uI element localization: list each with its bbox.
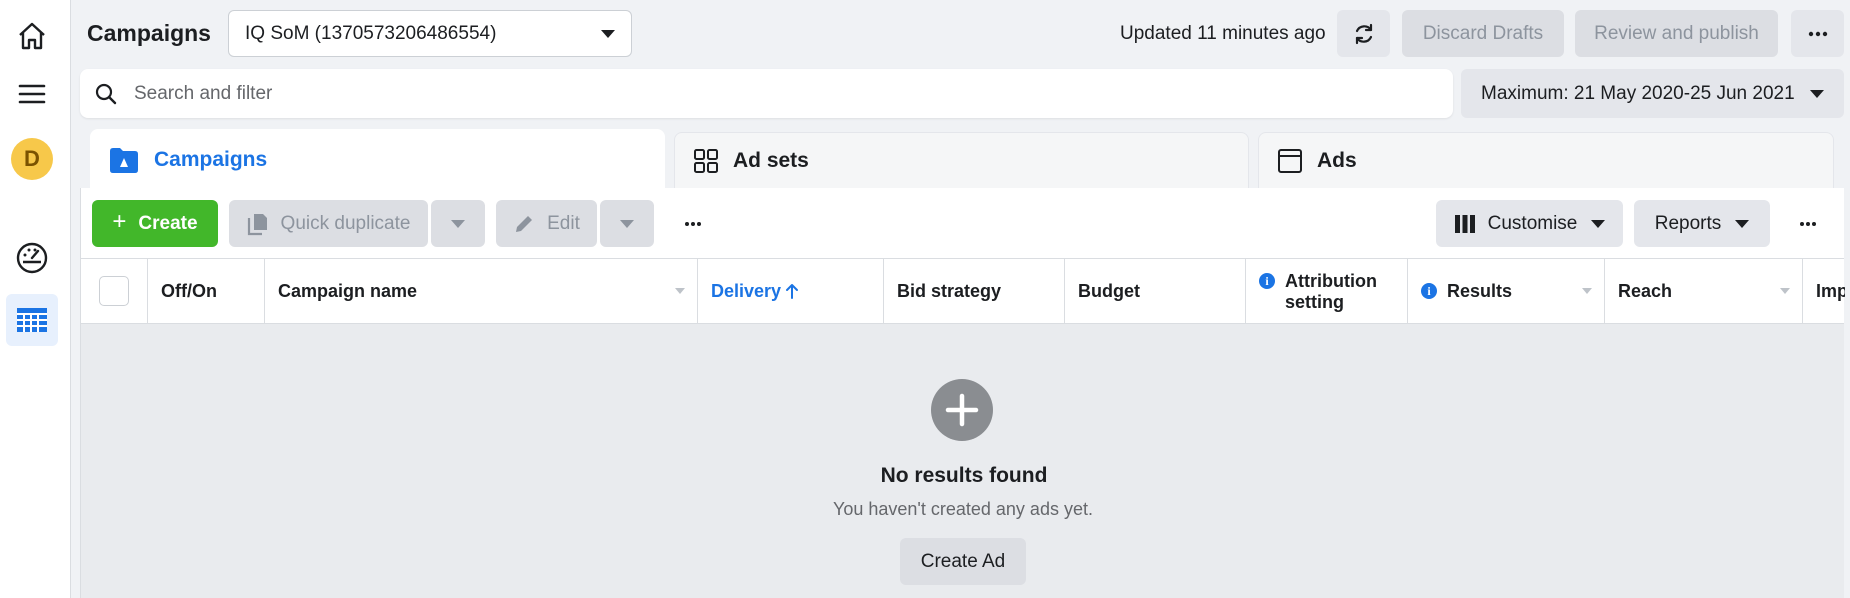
table-header: Off/On Campaign name Delivery Bid strate… xyxy=(81,258,1845,324)
home-button[interactable] xyxy=(6,10,58,62)
column-header-delivery[interactable]: Delivery xyxy=(698,259,884,323)
tab-label: Campaigns xyxy=(154,148,268,171)
column-header-budget[interactable]: Budget xyxy=(1065,259,1246,323)
refresh-button[interactable] xyxy=(1337,10,1390,57)
edit-dropdown-button[interactable] xyxy=(600,200,654,247)
quick-duplicate-label: Quick duplicate xyxy=(280,212,411,234)
tab-label: Ads xyxy=(1317,148,1357,172)
arrow-up-icon xyxy=(786,284,799,299)
plus-icon: + xyxy=(112,208,127,235)
toolbar-overflow-button[interactable] xyxy=(1781,200,1835,247)
create-label: Create xyxy=(138,212,198,234)
toolbar-more-button[interactable] xyxy=(666,200,720,247)
tab-ad-sets[interactable]: Ad sets xyxy=(674,132,1249,188)
tab-label: Ad sets xyxy=(733,148,809,172)
ad-account-value: IQ SoM (1370573206486554) xyxy=(245,22,497,44)
refresh-icon xyxy=(1355,23,1372,44)
column-header-reach[interactable]: Reach xyxy=(1605,259,1803,323)
reports-label: Reports xyxy=(1654,212,1722,234)
chevron-down-icon xyxy=(1810,89,1824,98)
home-icon xyxy=(19,22,45,50)
avatar: D xyxy=(11,138,53,180)
customise-columns-button[interactable]: Customise xyxy=(1436,200,1623,247)
duplicate-dropdown-button[interactable] xyxy=(431,200,485,247)
column-label: Attribution setting xyxy=(1285,271,1377,312)
column-header-impressions[interactable]: Imp xyxy=(1803,259,1845,323)
columns-icon xyxy=(1454,214,1475,233)
account-avatar-button[interactable]: D xyxy=(6,133,58,185)
column-label: Campaign name xyxy=(278,280,418,301)
pencil-icon xyxy=(516,215,533,232)
reports-button[interactable]: Reports xyxy=(1634,200,1770,247)
ads-manager-button[interactable] xyxy=(6,294,58,346)
empty-state: No results found You haven't created any… xyxy=(81,324,1844,598)
sort-caret-icon xyxy=(1780,288,1790,294)
last-updated-text: Updated 11 minutes ago xyxy=(1120,23,1326,44)
info-icon[interactable]: i xyxy=(1421,283,1437,299)
select-all-cell xyxy=(81,259,148,323)
create-button[interactable]: + Create xyxy=(92,200,218,247)
add-circle-icon xyxy=(931,379,993,441)
customise-label: Customise xyxy=(1487,212,1578,234)
more-horizontal-icon xyxy=(1808,31,1827,36)
search-input[interactable] xyxy=(134,82,1334,105)
more-horizontal-icon xyxy=(685,221,701,226)
chevron-down-icon xyxy=(601,29,615,38)
search-bar[interactable] xyxy=(80,69,1453,118)
chevron-down-icon xyxy=(451,219,465,228)
info-icon[interactable]: i xyxy=(1259,273,1275,289)
edit-button[interactable]: Edit xyxy=(496,200,597,247)
chevron-down-icon xyxy=(620,219,634,228)
duplicate-icon xyxy=(247,213,267,235)
campaigns-panel: + Create Quick duplicate Edit Customise … xyxy=(80,188,1845,598)
column-label: Delivery xyxy=(711,280,782,301)
edit-label: Edit xyxy=(547,212,580,234)
search-icon xyxy=(95,83,117,104)
page-title: Campaigns xyxy=(87,20,211,46)
menu-icon xyxy=(18,84,46,104)
toolbar: + Create Quick duplicate Edit Customise … xyxy=(81,188,1844,258)
column-header-bid-strategy[interactable]: Bid strategy xyxy=(884,259,1065,323)
column-header-campaign-name[interactable]: Campaign name xyxy=(265,259,698,323)
more-options-button[interactable] xyxy=(1791,10,1844,57)
empty-state-title: No results found xyxy=(880,464,1048,487)
ad-window-icon xyxy=(1277,148,1303,174)
campaign-folder-icon xyxy=(108,146,140,174)
column-header-off-on[interactable]: Off/On xyxy=(148,259,265,323)
select-all-checkbox[interactable] xyxy=(99,276,129,306)
ad-sets-grid-icon xyxy=(693,148,719,174)
column-label: Reach xyxy=(1618,280,1673,301)
date-range-value: Maximum: 21 May 2020-25 Jun 2021 xyxy=(1481,82,1795,104)
dashboard-gauge-icon xyxy=(16,242,48,274)
create-ad-button[interactable]: Create Ad xyxy=(900,538,1026,585)
sort-caret-icon xyxy=(675,288,685,294)
left-rail: D xyxy=(0,0,71,598)
column-header-results[interactable]: i Results xyxy=(1408,259,1605,323)
column-label: Results xyxy=(1447,280,1513,301)
discard-drafts-button[interactable]: Discard Drafts xyxy=(1402,10,1564,57)
more-horizontal-icon xyxy=(1800,221,1816,226)
empty-state-subtitle: You haven't created any ads yet. xyxy=(833,499,1093,519)
chevron-down-icon xyxy=(1735,219,1750,228)
sort-caret-icon xyxy=(1582,288,1592,294)
tab-campaigns[interactable]: Campaigns xyxy=(90,129,665,191)
tab-ads[interactable]: Ads xyxy=(1258,132,1834,188)
date-range-picker[interactable]: Maximum: 21 May 2020-25 Jun 2021 xyxy=(1461,69,1844,118)
ads-reporting-button[interactable] xyxy=(6,232,58,284)
ad-account-select[interactable]: IQ SoM (1370573206486554) xyxy=(228,10,632,57)
column-header-attribution-setting[interactable]: i Attribution setting xyxy=(1246,259,1408,323)
quick-duplicate-button[interactable]: Quick duplicate xyxy=(229,200,428,247)
chevron-down-icon xyxy=(1591,219,1606,228)
review-and-publish-button[interactable]: Review and publish xyxy=(1575,10,1778,57)
menu-button[interactable] xyxy=(6,68,58,120)
table-grid-icon xyxy=(17,308,47,332)
